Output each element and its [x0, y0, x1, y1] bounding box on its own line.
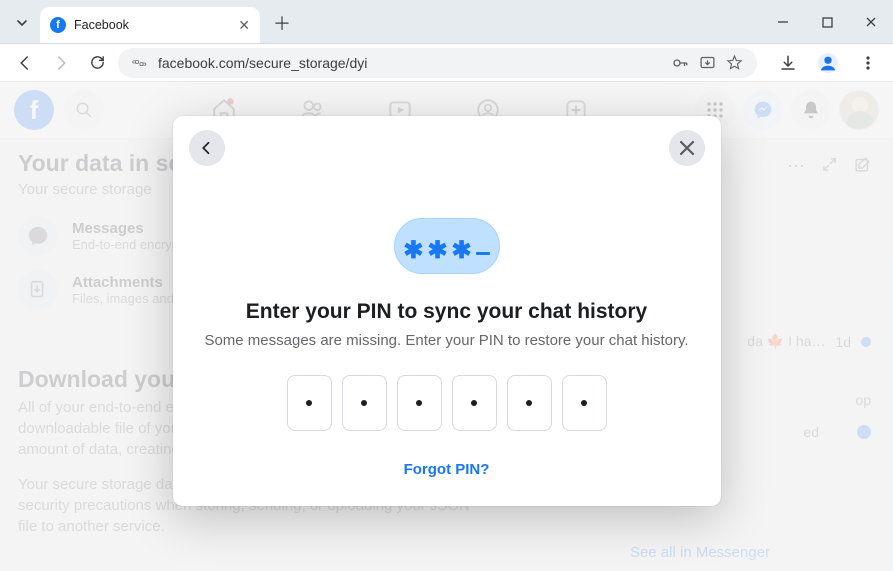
window-maximize-button[interactable] — [805, 3, 849, 41]
pin-digit-input[interactable] — [507, 375, 552, 431]
url-text: facebook.com/secure_storage/dyi — [158, 55, 367, 71]
tab-title: Facebook — [74, 18, 230, 32]
modal-description: Some messages are missing. Enter your PI… — [173, 332, 721, 349]
pin-digit-input[interactable] — [452, 375, 497, 431]
profile-icon[interactable] — [813, 48, 843, 78]
modal-back-button[interactable] — [189, 130, 225, 166]
forward-button — [46, 48, 76, 78]
tab-dropdown[interactable] — [8, 9, 36, 37]
pin-illustration-icon: ✱✱✱ — [394, 218, 500, 274]
pin-digit-input[interactable] — [342, 375, 387, 431]
pin-input-row — [173, 375, 721, 431]
browser-menu-icon[interactable] — [853, 48, 883, 78]
browser-tab[interactable]: f Facebook ✕ — [40, 7, 260, 43]
pin-digit-input[interactable] — [397, 375, 442, 431]
reload-button[interactable] — [82, 48, 112, 78]
bookmark-icon[interactable] — [726, 54, 743, 71]
facebook-favicon-icon: f — [50, 17, 66, 33]
new-tab-button[interactable]: ＋ — [268, 9, 296, 37]
forgot-pin-link[interactable]: Forgot PIN? — [173, 461, 721, 478]
pin-digit-input[interactable] — [562, 375, 607, 431]
password-key-icon[interactable] — [671, 54, 689, 72]
install-app-icon[interactable] — [699, 54, 716, 71]
window-close-button[interactable] — [849, 3, 893, 41]
modal-title: Enter your PIN to sync your chat history — [173, 300, 721, 324]
address-bar[interactable]: facebook.com/secure_storage/dyi — [118, 48, 757, 78]
site-settings-icon[interactable] — [132, 56, 148, 70]
window-minimize-button[interactable] — [761, 3, 805, 41]
pin-digit-input[interactable] — [287, 375, 332, 431]
downloads-icon[interactable] — [773, 48, 803, 78]
close-tab-icon[interactable]: ✕ — [238, 17, 250, 34]
modal-close-button[interactable] — [669, 130, 705, 166]
pin-modal: ✱✱✱ Enter your PIN to sync your chat his… — [173, 116, 721, 506]
back-button[interactable] — [10, 48, 40, 78]
